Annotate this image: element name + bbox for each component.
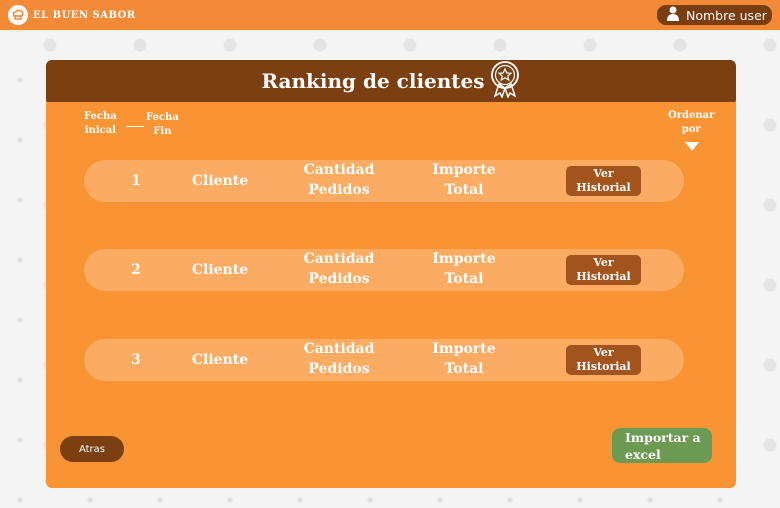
cantidad-label-1: Cantidad xyxy=(303,162,375,178)
cantidad-label-2: Pedidos xyxy=(308,182,370,198)
panel-header: Ranking de clientes xyxy=(46,60,736,102)
ver-historial-button[interactable]: Ver Historial xyxy=(566,255,641,285)
ordenar-label-2: por xyxy=(681,124,701,135)
brand[interactable]: EL BUEN SABOR xyxy=(8,5,136,25)
ver-historial-label-2: Historial xyxy=(576,181,631,194)
importe-total: Importe Total xyxy=(424,160,504,200)
top-navbar: EL BUEN SABOR Nombre user xyxy=(0,0,780,30)
ver-historial-label-1: Ver xyxy=(593,256,614,269)
cantidad-pedidos: Cantidad Pedidos xyxy=(294,160,384,200)
ranking-row-1: 1 Cliente Cantidad Pedidos Importe Total… xyxy=(84,160,684,202)
cantidad-label-2: Pedidos xyxy=(308,361,370,377)
importe-label-2: Total xyxy=(444,271,484,287)
cliente-name: Cliente xyxy=(191,352,249,368)
award-medal-icon xyxy=(489,60,521,102)
cliente-name: Cliente xyxy=(191,262,249,278)
triangle-down-icon[interactable] xyxy=(685,142,699,151)
rank-number: 1 xyxy=(131,173,141,189)
ranking-row-2: 2 Cliente Cantidad Pedidos Importe Total… xyxy=(84,249,684,291)
ranking-panel: Ranking de clientes Fecha inical Fecha F… xyxy=(46,60,736,488)
export-label-2: excel xyxy=(625,447,661,462)
date-range-separator xyxy=(126,126,144,127)
cantidad-label-2: Pedidos xyxy=(308,271,370,287)
brand-name: EL BUEN SABOR xyxy=(33,9,136,21)
importe-total: Importe Total xyxy=(424,339,504,379)
ordenar-por-label: Ordenar por xyxy=(668,109,714,137)
cantidad-pedidos: Cantidad Pedidos xyxy=(294,339,384,379)
ordenar-label-1: Ordenar xyxy=(668,110,715,121)
importe-label-2: Total xyxy=(444,182,484,198)
importe-label-2: Total xyxy=(444,361,484,377)
importe-label-1: Importe xyxy=(432,162,496,178)
user-name: Nombre user xyxy=(686,7,767,23)
ver-historial-label-2: Historial xyxy=(576,270,631,283)
rank-number: 3 xyxy=(131,352,141,368)
ver-historial-label-2: Historial xyxy=(576,360,631,373)
page-title: Ranking de clientes xyxy=(261,69,485,93)
importe-label-1: Importe xyxy=(432,341,496,357)
ver-historial-label-1: Ver xyxy=(593,167,614,180)
back-button[interactable]: Atras xyxy=(60,436,124,462)
ranking-row-3: 3 Cliente Cantidad Pedidos Importe Total… xyxy=(84,339,684,381)
fecha-inicial-label-2: inical xyxy=(84,125,116,136)
ver-historial-button[interactable]: Ver Historial xyxy=(566,345,641,375)
ver-historial-button[interactable]: Ver Historial xyxy=(566,166,641,196)
user-menu-button[interactable]: Nombre user xyxy=(657,5,772,25)
importe-total: Importe Total xyxy=(424,249,504,289)
cantidad-label-1: Cantidad xyxy=(303,251,375,267)
chef-hat-icon xyxy=(8,5,28,25)
importe-label-1: Importe xyxy=(432,251,496,267)
export-excel-button[interactable]: Importar a excel xyxy=(612,428,712,463)
cantidad-pedidos: Cantidad Pedidos xyxy=(294,249,384,289)
user-icon xyxy=(667,6,679,24)
fecha-inicial-filter[interactable]: Fecha inical xyxy=(84,110,117,138)
ver-historial-label-1: Ver xyxy=(593,346,614,359)
fecha-fin-filter[interactable]: Fecha Fin xyxy=(146,111,179,139)
export-label-1: Importar a xyxy=(625,430,701,445)
fecha-inicial-label-1: Fecha xyxy=(84,111,117,122)
fecha-fin-label-2: Fin xyxy=(153,126,172,137)
cantidad-label-1: Cantidad xyxy=(303,341,375,357)
fecha-fin-label-1: Fecha xyxy=(146,112,179,123)
cliente-name: Cliente xyxy=(191,173,249,189)
rank-number: 2 xyxy=(131,262,141,278)
